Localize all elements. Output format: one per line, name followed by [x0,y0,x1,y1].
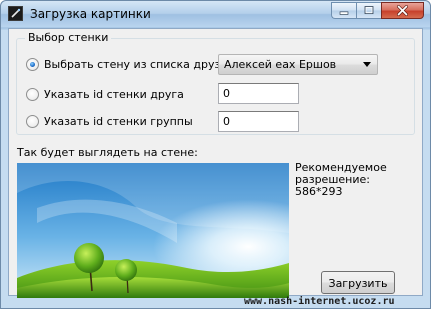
upload-button[interactable]: Загрузить [321,271,395,294]
resolution-info: Рекомендуемое разрешение: 586*293 [295,162,415,198]
friend-select[interactable]: Алексей еах Ершов [218,54,378,75]
watermark: www.nash-internet.ucoz.ru [244,296,395,307]
app-window: Загрузка картинки Выбор стенки Выбрать с… [0,0,431,309]
close-icon [397,5,408,16]
friend-id-input[interactable] [218,83,299,104]
group-id-input[interactable] [218,111,299,132]
group-legend: Выбор стенки [25,31,112,44]
client-area: Выбор стенки Выбрать стену из списка дру… [8,28,423,298]
radio-friend-id-label[interactable]: Указать id стенки друга [44,88,184,101]
radio-group-id[interactable] [26,115,39,128]
minimize-icon [339,11,349,15]
radio-friends-list[interactable] [26,58,39,71]
resolution-label: Рекомендуемое разрешение: [295,161,387,186]
wall-preview-image [17,163,289,298]
radio-group-id-label[interactable]: Указать id стенки группы [44,115,193,128]
radio-friend-id[interactable] [26,88,39,101]
wall-selection-group: Выбор стенки Выбрать стену из списка дру… [16,31,415,135]
dropdown-arrow-icon [363,62,371,67]
friend-select-value: Алексей еах Ершов [224,58,337,71]
maximize-icon [364,6,374,15]
radio-friends-list-label[interactable]: Выбрать стену из списка друзей [44,58,234,71]
minimize-button[interactable] [331,2,356,19]
window-title: Загрузка картинки [30,7,151,21]
caption-buttons [331,2,424,20]
maximize-button[interactable] [356,2,381,19]
preview-label: Так будет выглядеть на стене: [17,146,198,159]
title-bar[interactable]: Загрузка картинки [1,1,430,27]
app-icon [8,6,23,21]
close-button[interactable] [381,2,424,19]
resolution-value: 586*293 [295,185,343,198]
